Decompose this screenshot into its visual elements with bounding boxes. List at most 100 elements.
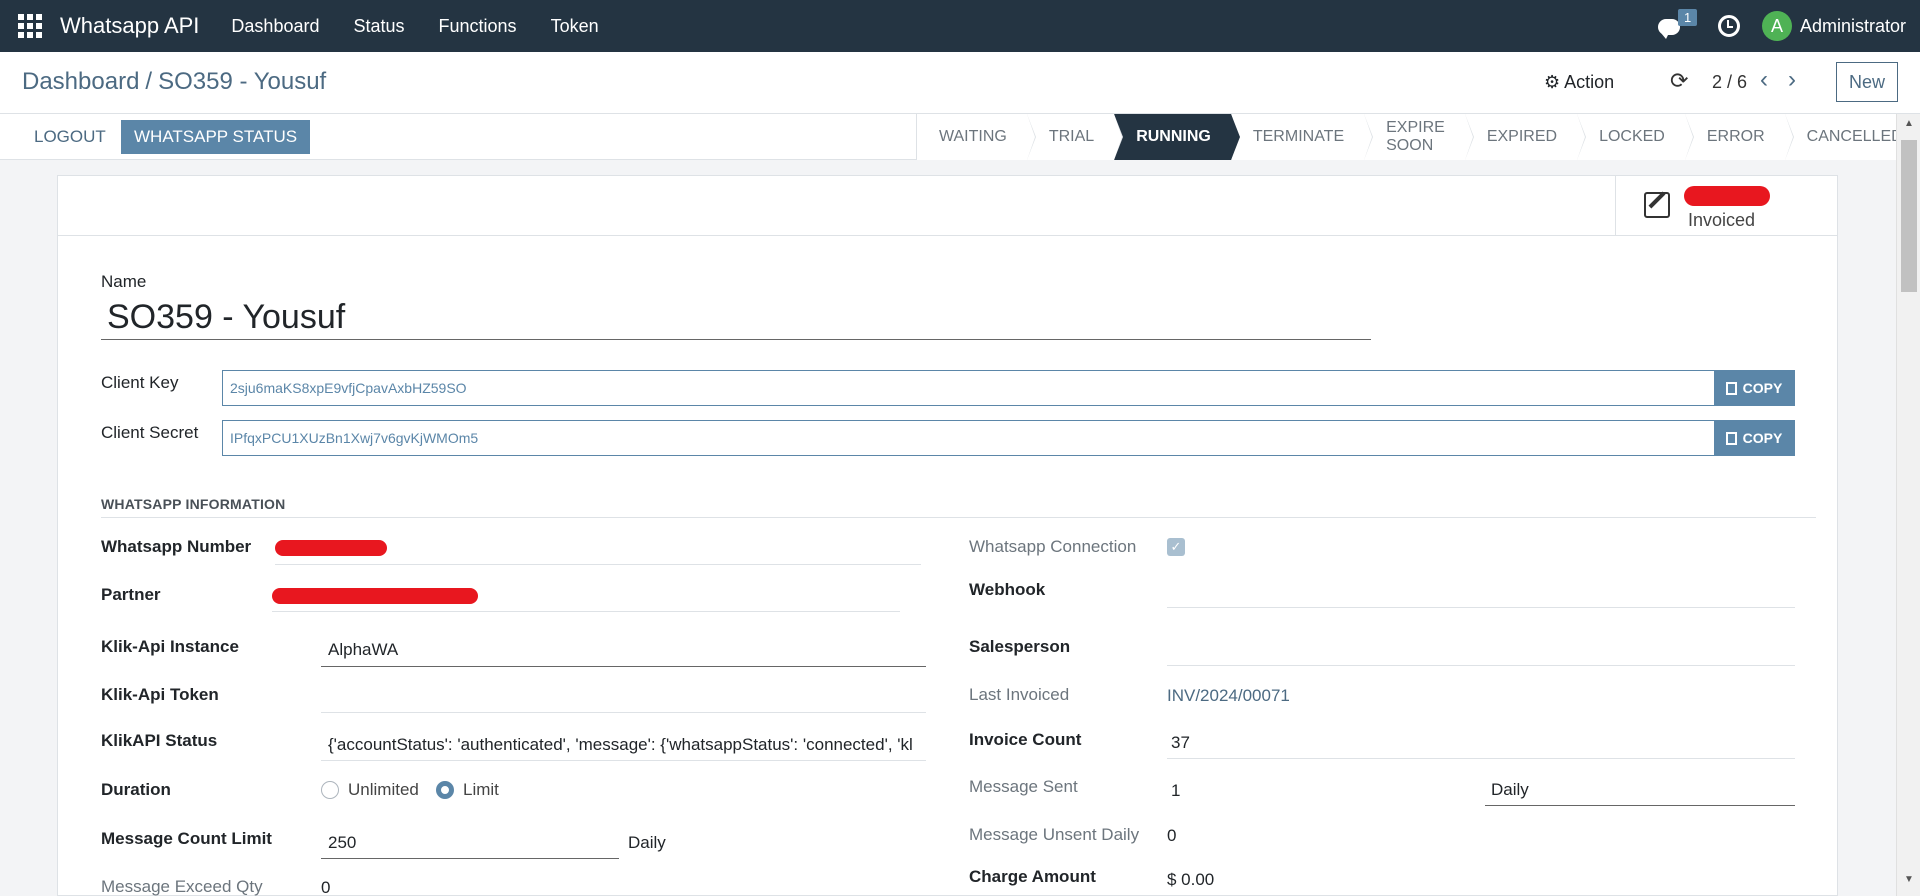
user-menu-name[interactable]: Administrator xyxy=(1800,16,1906,37)
stage-expired[interactable]: EXPIRED xyxy=(1464,114,1587,160)
new-record-button[interactable]: New xyxy=(1836,62,1898,102)
duration-unlimited-radio[interactable] xyxy=(321,781,339,799)
chat-counter-badge: 1 xyxy=(1677,9,1698,26)
edit-pencil-icon xyxy=(1644,192,1670,218)
smart-button-box: Invoiced xyxy=(58,176,1837,236)
copy-label: COPY xyxy=(1742,380,1783,396)
klikapi-status-value[interactable]: {'accountStatus': 'authenticated', 'mess… xyxy=(328,735,926,755)
webhook-field-line[interactable] xyxy=(1167,607,1795,608)
charge-amount-value: $ 0.00 xyxy=(1167,870,1215,889)
menu-status[interactable]: Status xyxy=(353,16,404,37)
navbar-systray: 1 A Administrator xyxy=(1657,0,1906,52)
last-invoiced-link[interactable]: INV/2024/00071 xyxy=(1167,686,1290,706)
page-scrollbar[interactable]: ▲ ▼ xyxy=(1896,114,1920,896)
copy-icon xyxy=(1725,381,1737,395)
klik-api-instance-field-line xyxy=(321,666,926,667)
form-statusbar: LOGOUT WHATSAPP STATUS WAITING TRIAL RUN… xyxy=(0,114,1920,160)
stage-expire-soon[interactable]: EXPIRE SOON xyxy=(1364,114,1474,160)
stage-error[interactable]: ERROR xyxy=(1684,114,1794,160)
client-key-value[interactable]: 2sju6maKS8xpE9vfjCpavAxbHZ59SO xyxy=(223,371,1714,405)
client-key-field: 2sju6maKS8xpE9vfjCpavAxbHZ59SO COPY xyxy=(222,370,1795,406)
breadcrumb-dashboard-link[interactable]: Dashboard xyxy=(22,68,139,95)
pager-value[interactable]: 2 / 6 xyxy=(1712,72,1747,93)
copy-client-secret-button[interactable]: COPY xyxy=(1714,421,1794,455)
section-divider xyxy=(101,517,1816,518)
apps-menu-icon[interactable] xyxy=(0,0,60,52)
stage-waiting[interactable]: WAITING xyxy=(917,114,1036,160)
duration-unlimited-label[interactable]: Unlimited xyxy=(348,780,419,800)
activity-clock-icon[interactable] xyxy=(1717,15,1740,37)
duration-limit-label[interactable]: Limit xyxy=(463,780,499,800)
logout-button[interactable]: LOGOUT xyxy=(22,120,118,154)
action-label: Action xyxy=(1564,72,1615,92)
section-title-whatsapp-info: WHATSAPP INFORMATION xyxy=(101,496,286,512)
invoiced-smart-button[interactable]: Invoiced xyxy=(1615,176,1837,235)
message-count-limit-value[interactable]: 250 xyxy=(328,833,356,853)
whatsapp-status-button[interactable]: WHATSAPP STATUS xyxy=(121,120,311,154)
invoice-count-value[interactable]: 37 xyxy=(1171,733,1190,753)
message-exceed-qty-value: 0 xyxy=(321,878,331,896)
pager-previous-icon[interactable]: ‹ xyxy=(1760,66,1768,94)
scroll-up-arrow-icon[interactable]: ▲ xyxy=(1904,118,1914,129)
message-count-limit-label: Message Count Limit xyxy=(101,829,272,848)
gear-icon: ⚙ xyxy=(1544,72,1561,92)
refresh-icon[interactable]: ⟳ xyxy=(1670,68,1688,94)
invoiced-label: Invoiced xyxy=(1688,210,1756,230)
salesperson-label: Salesperson xyxy=(969,637,1071,656)
action-menu-button[interactable]: ⚙ Action xyxy=(1544,72,1614,93)
breadcrumb-separator: / xyxy=(145,68,153,95)
control-panel: Dashboard / SO359 - Yousuf ⚙ Action ⟳ 2 / … xyxy=(0,52,1920,114)
message-unsent-daily-value: 0 xyxy=(1167,826,1177,845)
copy-icon xyxy=(1725,431,1737,445)
client-secret-label: Client Secret xyxy=(101,423,199,442)
whatsapp-connection-checkbox: ✓ xyxy=(1167,538,1185,556)
stage-locked[interactable]: LOCKED xyxy=(1577,114,1694,160)
menu-token[interactable]: Token xyxy=(551,16,599,37)
breadcrumb-current-record: SO359 - Yousuf xyxy=(158,68,327,95)
top-navbar: Whatsapp API Dashboard Status Functions … xyxy=(0,0,1920,52)
salesperson-field-line[interactable] xyxy=(1167,665,1795,666)
message-sent-period-select[interactable]: Daily xyxy=(1491,780,1529,800)
klik-api-token-field-line[interactable] xyxy=(321,712,926,713)
client-secret-field: IPfqxPCU1XUzBn1Xwj7v6gvKjWMOm5 COPY xyxy=(222,420,1795,456)
duration-label: Duration xyxy=(101,780,171,799)
message-count-limit-unit: Daily xyxy=(628,833,666,852)
message-exceed-qty-label: Message Exceed Qty xyxy=(101,877,263,896)
scroll-down-arrow-icon[interactable]: ▼ xyxy=(1904,874,1914,885)
stage-trial[interactable]: TRIAL xyxy=(1026,114,1124,160)
klikapi-status-label: KlikAPI Status xyxy=(101,731,218,750)
stage-running[interactable]: RUNNING xyxy=(1114,114,1240,160)
stage-pipeline: WAITING TRIAL RUNNING TERMINATE EXPIRE S… xyxy=(916,114,1920,160)
klik-api-instance-value[interactable]: AlphaWA xyxy=(328,640,398,660)
pager-next-icon[interactable]: › xyxy=(1788,66,1796,94)
scroll-thumb[interactable] xyxy=(1901,140,1917,292)
message-unsent-daily-label: Message Unsent Daily xyxy=(969,825,1140,844)
messaging-chat-icon[interactable]: 1 xyxy=(1657,9,1698,39)
message-sent-period-line xyxy=(1485,805,1795,806)
partner-label: Partner xyxy=(101,585,161,604)
menu-dashboard[interactable]: Dashboard xyxy=(231,16,319,37)
webhook-label: Webhook xyxy=(969,580,1046,599)
client-secret-value[interactable]: IPfqxPCU1XUzBn1Xwj7v6gvKjWMOm5 xyxy=(223,421,1714,455)
redacted-whatsapp-number xyxy=(275,540,387,556)
redacted-partner xyxy=(272,588,478,604)
redacted-value xyxy=(1684,186,1770,206)
breadcrumb: Dashboard / SO359 - Yousuf xyxy=(22,68,326,96)
menu-functions[interactable]: Functions xyxy=(439,16,517,37)
name-label: Name xyxy=(101,272,147,291)
message-sent-label: Message Sent xyxy=(969,777,1078,796)
client-key-label: Client Key xyxy=(101,373,179,392)
duration-limit-radio[interactable] xyxy=(436,781,454,799)
name-field[interactable]: SO359 - Yousuf xyxy=(101,298,1371,340)
klikapi-status-field-line xyxy=(321,760,926,761)
stage-terminate[interactable]: TERMINATE xyxy=(1230,114,1374,160)
whatsapp-number-label: Whatsapp Number xyxy=(101,537,252,556)
whatsapp-number-field-line[interactable] xyxy=(275,564,921,565)
app-brand[interactable]: Whatsapp API xyxy=(60,13,199,39)
partner-field-line[interactable] xyxy=(272,611,900,612)
form-sheet: Invoiced Name SO359 - Yousuf Client Key … xyxy=(57,175,1838,896)
copy-label: COPY xyxy=(1742,430,1783,446)
copy-client-key-button[interactable]: COPY xyxy=(1714,371,1794,405)
invoice-count-label: Invoice Count xyxy=(969,730,1082,749)
user-avatar[interactable]: A xyxy=(1761,11,1792,41)
